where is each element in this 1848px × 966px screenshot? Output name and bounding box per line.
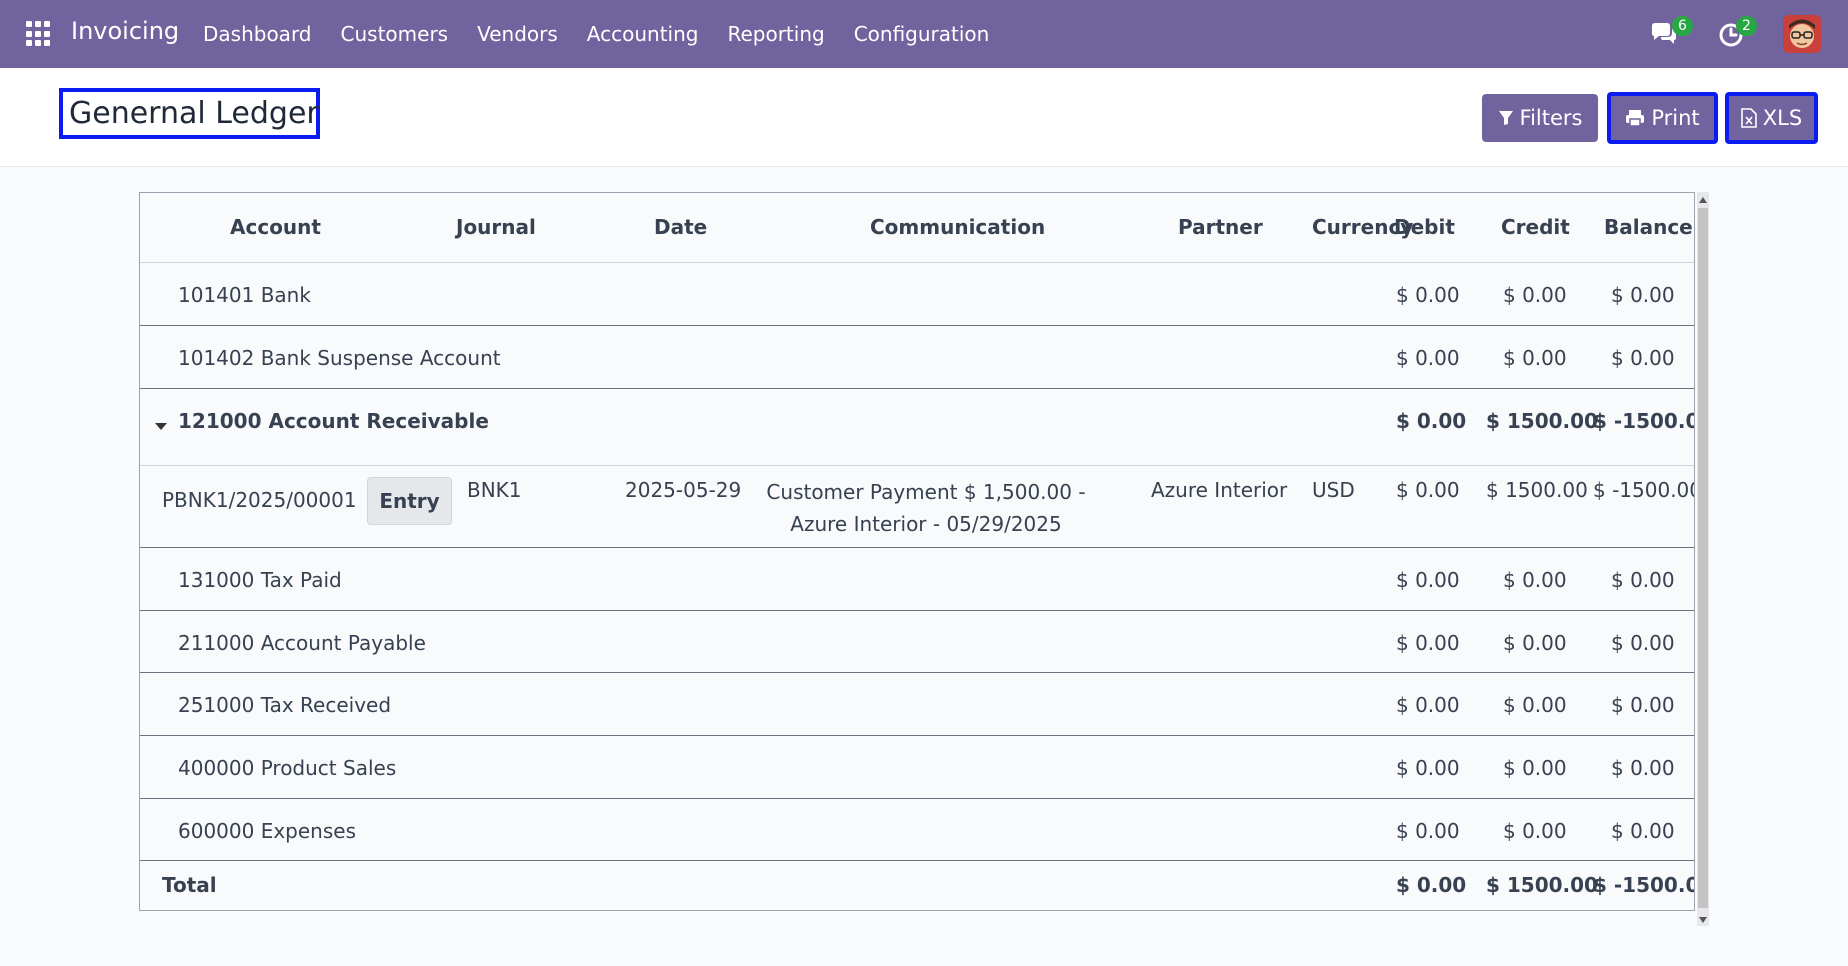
account-debit: $ 0.00 xyxy=(1396,346,1460,370)
account-debit: $ 0.00 xyxy=(1396,631,1460,655)
move-journal: BNK1 xyxy=(467,478,522,502)
account-credit: $ 0.00 xyxy=(1503,568,1567,592)
filters-button[interactable]: Filters xyxy=(1482,94,1598,142)
total-debit: $ 0.00 xyxy=(1396,873,1467,897)
account-row[interactable]: 211000 Account Payable $ 0.00 $ 0.00 $ 0… xyxy=(140,611,1694,673)
account-credit: $ 1500.00 xyxy=(1486,409,1598,433)
menu-configuration[interactable]: Configuration xyxy=(854,22,990,46)
account-balance: $ 0.00 xyxy=(1611,631,1675,655)
print-button-label: Print xyxy=(1651,106,1700,130)
move-debit: $ 0.00 xyxy=(1396,478,1460,502)
move-line-row: PBNK1/2025/00001 Entry BNK1 2025-05-29 C… xyxy=(140,466,1695,548)
account-name: 101402 Bank Suspense Account xyxy=(178,346,501,370)
account-debit: $ 0.00 xyxy=(1396,283,1460,307)
menu-dashboard[interactable]: Dashboard xyxy=(203,22,312,46)
account-debit: $ 0.00 xyxy=(1396,568,1460,592)
table-scrollbar[interactable] xyxy=(1697,192,1709,926)
account-row-expanded[interactable]: 121000 Account Receivable $ 0.00 $ 1500.… xyxy=(140,389,1694,466)
account-row[interactable]: 251000 Tax Received $ 0.00 $ 0.00 $ 0.00 xyxy=(140,673,1694,736)
total-label: Total xyxy=(162,873,217,897)
move-credit: $ 1500.00 xyxy=(1486,478,1588,502)
account-row[interactable]: 101402 Bank Suspense Account $ 0.00 $ 0.… xyxy=(140,326,1694,389)
table-header-row: Account Journal Date Communication Partn… xyxy=(140,193,1694,263)
account-debit: $ 0.00 xyxy=(1396,819,1460,843)
move-partner: Azure Interior xyxy=(1151,478,1288,502)
scroll-down-arrow-icon[interactable] xyxy=(1699,917,1707,923)
entry-button[interactable]: Entry xyxy=(367,477,452,525)
account-name: 121000 Account Receivable xyxy=(178,409,489,433)
total-credit: $ 1500.00 xyxy=(1486,873,1598,897)
top-navbar: Invoicing Dashboard Customers Vendors Ac… xyxy=(0,0,1848,68)
account-name: 400000 Product Sales xyxy=(178,756,397,780)
account-credit: $ 0.00 xyxy=(1503,631,1567,655)
account-balance: $ 0.00 xyxy=(1611,819,1675,843)
header-credit[interactable]: Credit xyxy=(1501,215,1570,239)
scrollbar-thumb[interactable] xyxy=(1698,208,1708,908)
filters-button-label: Filters xyxy=(1519,106,1583,130)
header-date[interactable]: Date xyxy=(654,215,707,239)
account-balance: $ 0.00 xyxy=(1611,283,1675,307)
account-name: 131000 Tax Paid xyxy=(178,568,342,592)
account-credit: $ 0.00 xyxy=(1503,693,1567,717)
account-row[interactable]: 400000 Product Sales $ 0.00 $ 0.00 $ 0.0… xyxy=(140,736,1694,799)
account-name: 211000 Account Payable xyxy=(178,631,426,655)
account-debit: $ 0.00 xyxy=(1396,756,1460,780)
chat-count-badge: 6 xyxy=(1672,16,1693,36)
move-date: 2025-05-29 xyxy=(625,478,742,502)
total-row: Total $ 0.00 $ 1500.00 $ -1500.00 xyxy=(140,861,1694,910)
move-name: PBNK1/2025/00001 xyxy=(162,488,357,512)
header-balance[interactable]: Balance xyxy=(1604,215,1693,239)
account-credit: $ 0.00 xyxy=(1503,756,1567,780)
account-credit: $ 0.00 xyxy=(1503,819,1567,843)
general-ledger-table: Account Journal Date Communication Partn… xyxy=(139,192,1695,911)
user-avatar[interactable] xyxy=(1783,15,1821,53)
move-balance: $ -1500.00 xyxy=(1593,478,1695,502)
account-name: 600000 Expenses xyxy=(178,819,356,843)
header-partner[interactable]: Partner xyxy=(1178,215,1263,239)
account-debit: $ 0.00 xyxy=(1396,409,1467,433)
total-balance: $ -1500.00 xyxy=(1593,873,1694,897)
activity-count-badge: 2 xyxy=(1736,16,1757,36)
apps-grid-icon[interactable] xyxy=(26,21,52,47)
menu-customers[interactable]: Customers xyxy=(341,22,449,46)
account-balance: $ -1500.00 xyxy=(1593,409,1694,433)
account-debit: $ 0.00 xyxy=(1396,693,1460,717)
move-currency: USD xyxy=(1312,478,1355,502)
app-brand[interactable]: Invoicing xyxy=(71,17,179,45)
account-credit: $ 0.00 xyxy=(1503,283,1567,307)
scroll-up-arrow-icon[interactable] xyxy=(1699,197,1707,203)
menu-reporting[interactable]: Reporting xyxy=(727,22,824,46)
main-menu: Dashboard Customers Vendors Accounting R… xyxy=(203,22,989,46)
header-debit[interactable]: Debit xyxy=(1394,215,1455,239)
account-balance: $ 0.00 xyxy=(1611,693,1675,717)
printer-icon xyxy=(1626,110,1645,127)
account-row[interactable]: 101401 Bank $ 0.00 $ 0.00 $ 0.00 xyxy=(140,263,1694,326)
account-balance: $ 0.00 xyxy=(1611,568,1675,592)
header-account[interactable]: Account xyxy=(230,215,321,239)
header-communication[interactable]: Communication xyxy=(870,215,1045,239)
move-communication: Customer Payment $ 1,500.00 - Azure Inte… xyxy=(766,480,1086,536)
print-button[interactable]: Print xyxy=(1607,92,1718,144)
header-journal[interactable]: Journal xyxy=(456,215,536,239)
caret-down-icon[interactable] xyxy=(155,423,167,430)
account-credit: $ 0.00 xyxy=(1503,346,1567,370)
filter-icon xyxy=(1498,111,1513,125)
excel-file-icon xyxy=(1740,108,1757,128)
menu-vendors[interactable]: Vendors xyxy=(477,22,558,46)
account-balance: $ 0.00 xyxy=(1611,346,1675,370)
xls-button[interactable]: XLS xyxy=(1725,92,1818,144)
account-balance: $ 0.00 xyxy=(1611,756,1675,780)
account-row[interactable]: 131000 Tax Paid $ 0.00 $ 0.00 $ 0.00 xyxy=(140,548,1694,611)
account-name: 101401 Bank xyxy=(178,283,311,307)
account-row[interactable]: 600000 Expenses $ 0.00 $ 0.00 $ 0.00 xyxy=(140,799,1694,861)
account-name: 251000 Tax Received xyxy=(178,693,392,717)
page-title: Genernal Ledger xyxy=(59,88,320,139)
menu-accounting[interactable]: Accounting xyxy=(587,22,699,46)
xls-button-label: XLS xyxy=(1762,106,1803,130)
